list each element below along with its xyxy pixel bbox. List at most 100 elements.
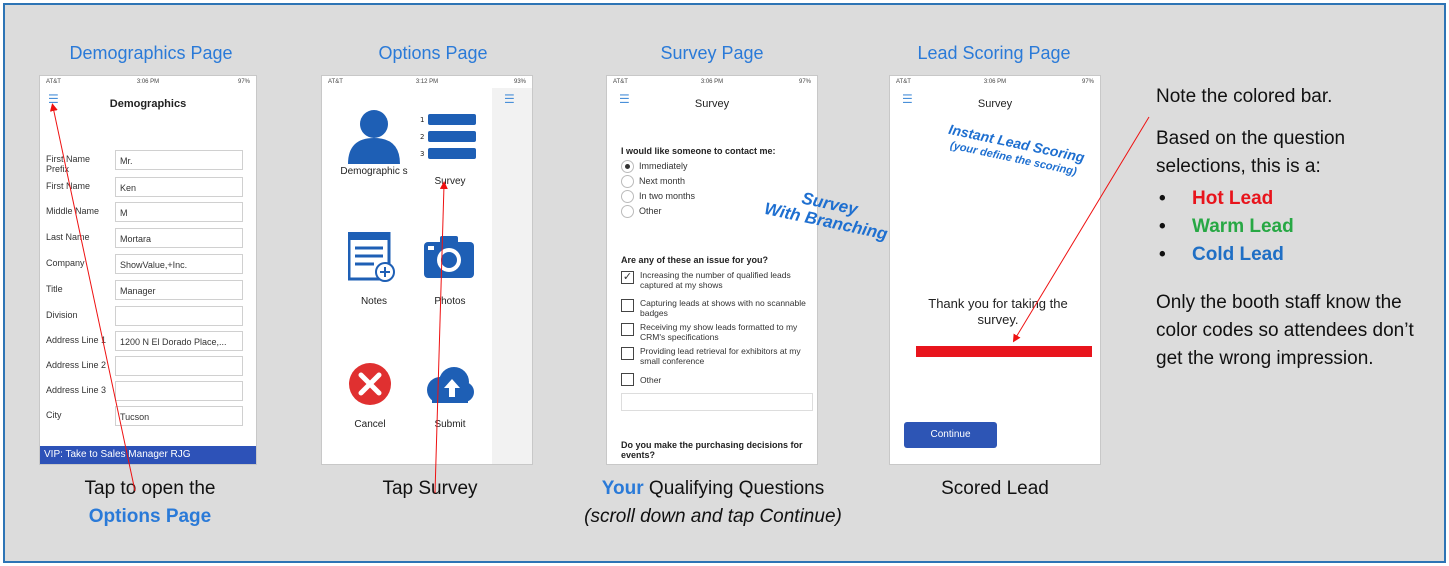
demographics-caption: Tap to open the Options Page	[15, 475, 285, 531]
nav-title: Survey	[694, 98, 730, 110]
radio-circle-icon[interactable]	[621, 160, 634, 173]
checkbox-label: Providing lead retrieval for exhibitors …	[640, 346, 801, 366]
menu-icon[interactable]: ☰	[504, 92, 515, 106]
caption-line-1: Tap to open the	[84, 478, 216, 499]
caption-line-2: Options Page	[88, 506, 212, 527]
lead-type-item: Cold Lead	[1156, 241, 1416, 269]
checkbox-icon[interactable]	[621, 373, 634, 386]
vip-banner[interactable]: VIP: Take to Sales Manager RJG	[40, 446, 256, 464]
nav-title: Survey	[977, 98, 1013, 110]
field-input[interactable]: Mortara	[115, 228, 243, 248]
checkbox-label: Capturing leads at shows with no scannab…	[640, 298, 806, 318]
clock: 3:12 PM	[415, 79, 439, 85]
form-row: First Name Prefix Mr.	[46, 150, 246, 174]
form-row: Company ShowValue,+Inc.	[46, 254, 246, 274]
notes-based-on: Based on the question selections, this i…	[1156, 128, 1346, 177]
notes-intro: Note the colored bar.	[1156, 86, 1333, 107]
radio-label: Next month	[639, 176, 686, 186]
field-input[interactable]: Manager	[115, 280, 243, 300]
battery-label: 97%	[798, 79, 811, 85]
field-label: City	[46, 410, 62, 420]
cancel-option-label[interactable]: Cancel	[330, 419, 410, 430]
checkbox-icon[interactable]	[621, 323, 634, 336]
status-bar: AT&T 3:12 PM 93%	[322, 76, 532, 88]
radio-circle-icon[interactable]	[621, 205, 634, 218]
submit-option-label[interactable]: Submit	[410, 419, 490, 430]
form-row: Division	[46, 306, 246, 326]
continue-button[interactable]: Continue	[904, 422, 997, 448]
battery-label: 97%	[237, 79, 250, 85]
caption-line-2: (scroll down and tap Continue)	[584, 506, 842, 527]
lead-caption: Scored Lead	[941, 478, 1049, 499]
photos-option-label[interactable]: Photos	[410, 296, 490, 307]
demographics-page-title: Demographics Page	[69, 43, 233, 63]
field-input[interactable]	[115, 356, 243, 376]
field-input[interactable]	[115, 381, 243, 401]
field-label: First Name	[46, 181, 91, 191]
options-caption: Tap Survey	[382, 478, 478, 499]
notes-panel: Note the colored bar. Based on the quest…	[1156, 83, 1416, 387]
cloud-upload-icon[interactable]	[422, 366, 474, 406]
field-label: Last Name	[46, 232, 90, 242]
status-bar: AT&T 3:06 PM 97%	[607, 76, 817, 88]
lead-score-bar	[916, 346, 1092, 357]
survey-option-label[interactable]: Survey	[410, 176, 490, 187]
field-label: Middle Name	[46, 206, 100, 216]
lead-scoring-page-title: Lead Scoring Page	[917, 43, 1071, 63]
radio-circle-icon[interactable]	[621, 190, 634, 203]
other-text-field[interactable]	[621, 393, 813, 411]
notes-color-codes: Only the booth staff know the color code…	[1156, 292, 1414, 369]
field-label: Company	[46, 258, 85, 268]
question-issues: Are any of these an issue for you?	[621, 255, 769, 265]
side-panel	[492, 88, 532, 464]
field-input[interactable]: Mr.	[115, 150, 243, 170]
person-icon[interactable]	[344, 104, 404, 164]
field-input[interactable]	[115, 306, 243, 326]
checkbox-label: Receiving my show leads formatted to my …	[640, 322, 798, 342]
options-page-title: Options Page	[378, 43, 488, 63]
radio-label: In two months	[639, 191, 696, 201]
field-input[interactable]: Ken	[115, 177, 243, 197]
radio-circle-icon[interactable]	[621, 175, 634, 188]
clock: 3:06 PM	[700, 79, 724, 85]
field-input[interactable]: M	[115, 202, 243, 222]
svg-text:3: 3	[420, 150, 424, 158]
notes-icon[interactable]	[348, 232, 396, 284]
cancel-icon[interactable]	[348, 362, 392, 406]
survey-page-title: Survey Page	[660, 43, 764, 63]
demographics-screen: AT&T 3:06 PM 97% ☰ Demographics First Na…	[39, 75, 257, 465]
battery-label: 97%	[1081, 79, 1094, 85]
status-bar: AT&T 3:06 PM 97%	[40, 76, 256, 88]
status-bar: AT&T 3:06 PM 97%	[890, 76, 1100, 88]
clock: 3:06 PM	[136, 79, 160, 85]
demographics-option-label[interactable]: Demographic s	[334, 166, 414, 177]
frame: Demographics Page Options Page Survey Pa…	[3, 3, 1446, 563]
form-row: Middle Name M	[46, 202, 246, 222]
form-row: City Tucson	[46, 406, 246, 426]
question-contact: I would like someone to contact me:	[621, 146, 776, 156]
radio-label: Immediately	[639, 161, 688, 171]
field-label: Title	[46, 284, 63, 294]
lead-types-list: Hot LeadWarm LeadCold Lead	[1156, 185, 1416, 269]
checkbox-label: Other	[640, 375, 662, 385]
list-icon[interactable]: 1 2 3	[420, 112, 478, 164]
checkbox-icon[interactable]	[621, 299, 634, 312]
notes-option-label[interactable]: Notes	[334, 296, 414, 307]
checkbox-icon[interactable]	[621, 347, 634, 360]
question-purchasing: Do you make the purchasing decisions for…	[621, 440, 803, 460]
thank-you-message: Thank you for taking the survey.	[928, 296, 1068, 327]
field-label: Address Line 2	[46, 360, 107, 370]
camera-icon[interactable]	[422, 234, 476, 280]
field-label: Address Line 3	[46, 385, 107, 395]
field-input[interactable]: 1200 N El Dorado Place,...	[115, 331, 243, 351]
field-input[interactable]: ShowValue,+Inc.	[115, 254, 243, 274]
caption-rest: Qualifying Questions	[643, 478, 825, 499]
battery-label: 93%	[513, 79, 526, 85]
field-input[interactable]: Tucson	[115, 406, 243, 426]
checkmark-icon[interactable]: ✓	[621, 271, 634, 284]
field-label: Address Line 1	[46, 335, 107, 345]
form-row: Address Line 2	[46, 356, 246, 376]
field-label: Division	[46, 310, 78, 320]
form-row: Address Line 3	[46, 381, 246, 401]
field-label: First Name Prefix	[46, 154, 91, 174]
